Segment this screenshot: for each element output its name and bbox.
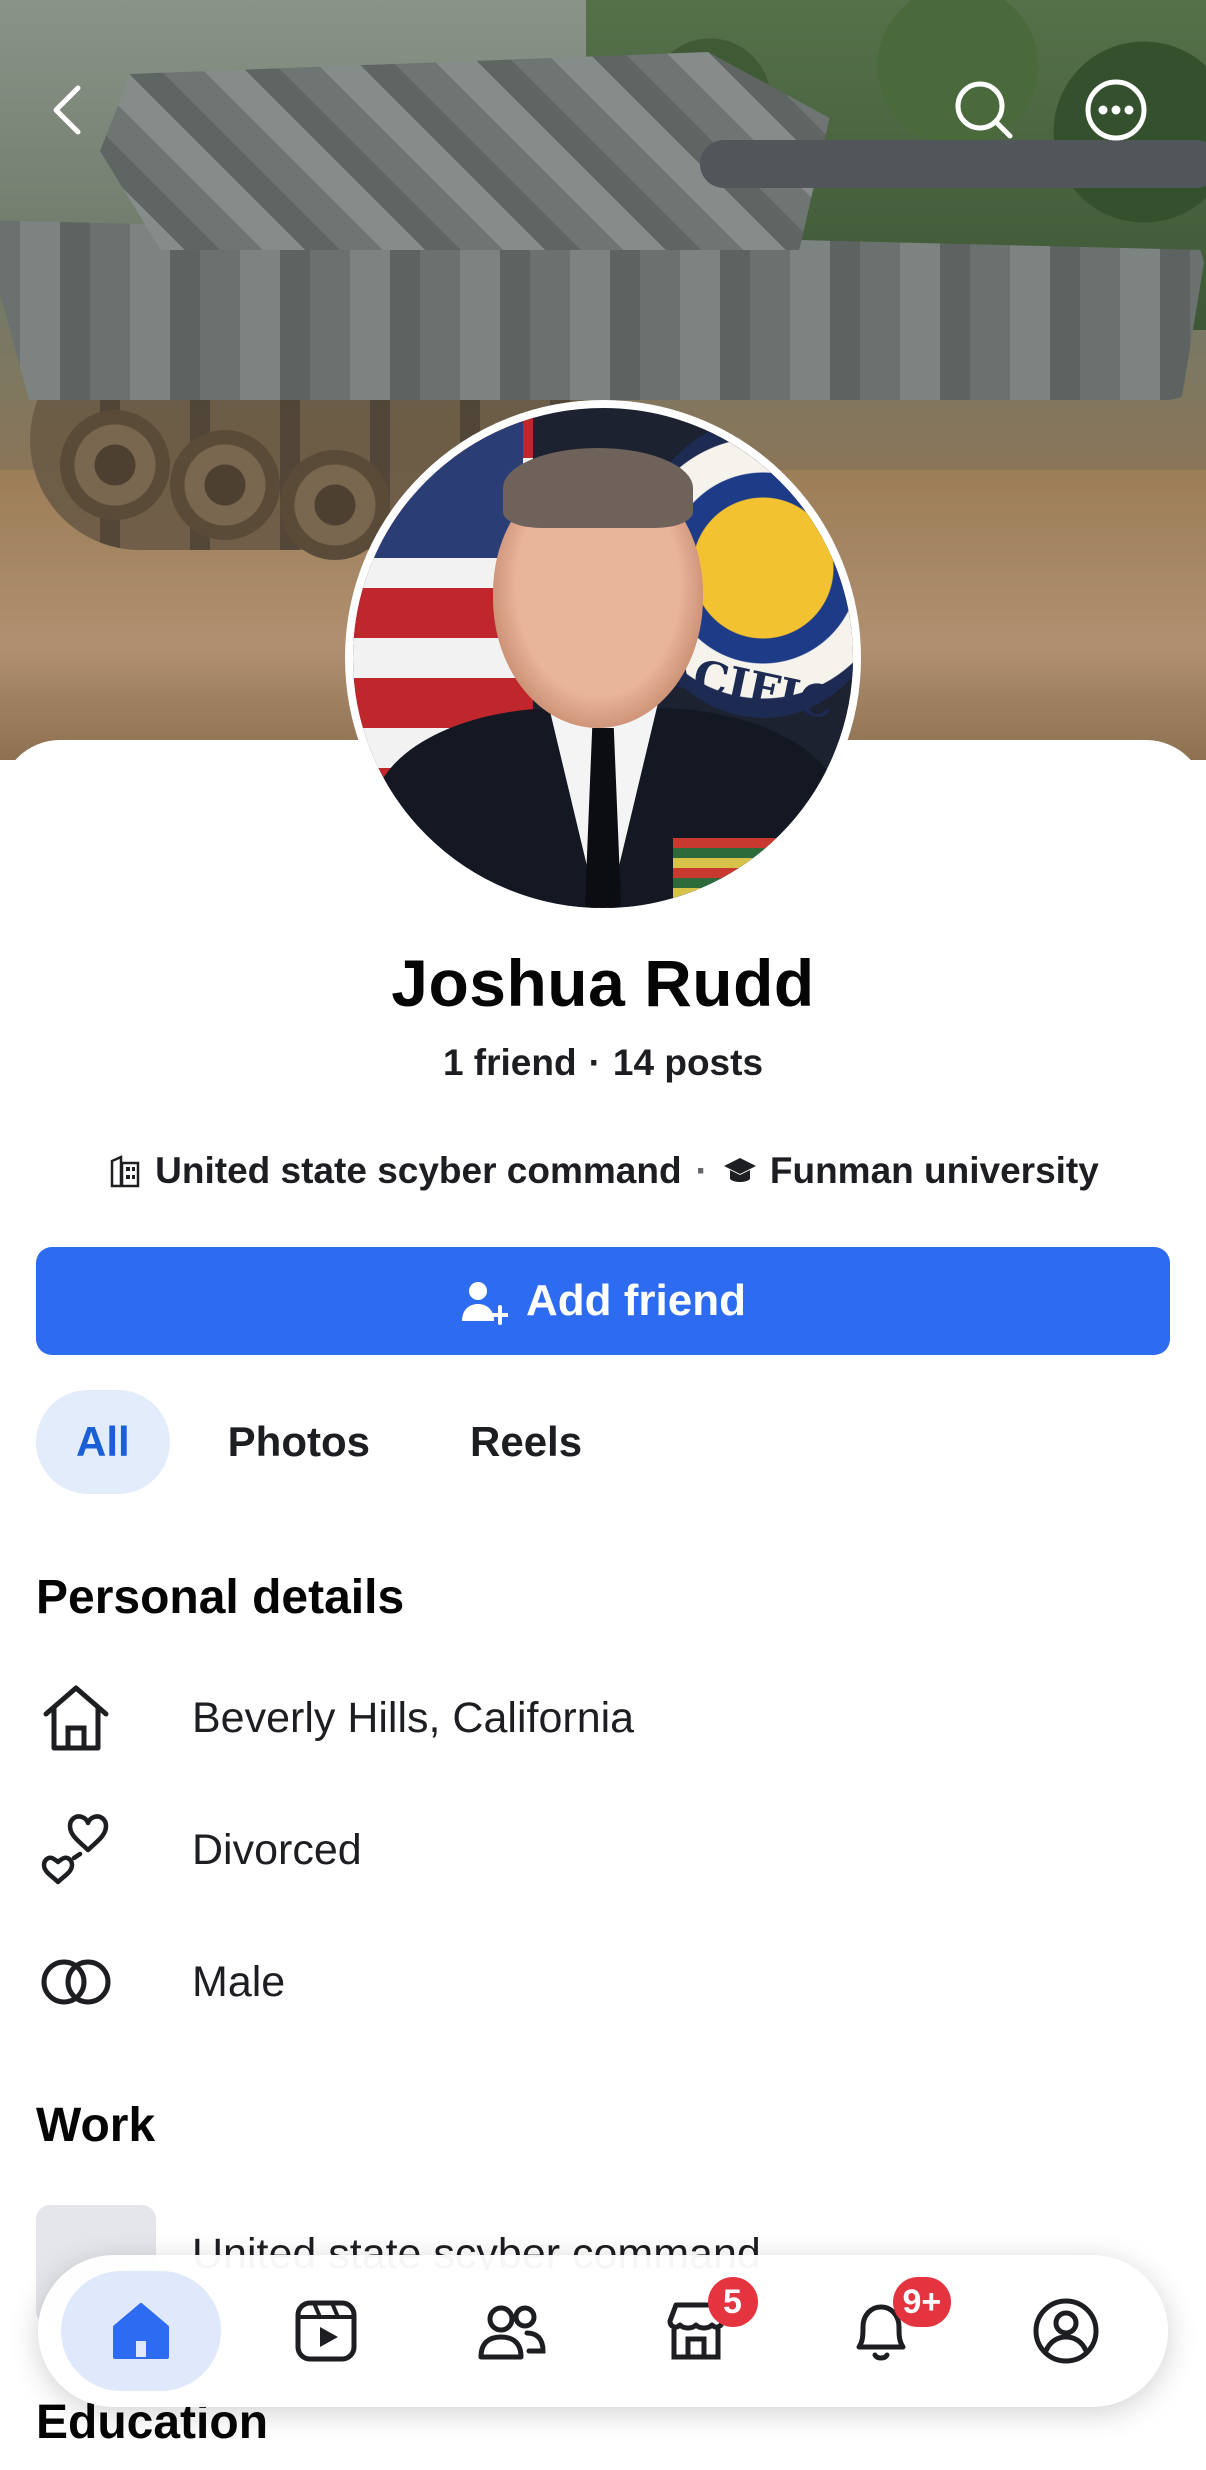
building-icon [110, 1155, 140, 1188]
work-title: Work [36, 2099, 156, 2152]
nav-marketplace[interactable]: 5 [616, 2271, 776, 2391]
nav-friends[interactable] [431, 2271, 591, 2391]
home-icon [36, 1668, 156, 1768]
hearts-icon [36, 1800, 156, 1900]
posts-count[interactable]: 14 posts [613, 1042, 763, 1083]
nav-video[interactable] [246, 2271, 406, 2391]
profile-icon [1033, 2298, 1098, 2364]
nav-profile[interactable] [986, 2271, 1146, 2391]
work-summary[interactable]: United state scyber command [155, 1150, 681, 1192]
nav-notifications[interactable]: 9+ [801, 2271, 961, 2391]
ribbons [673, 838, 783, 898]
search-icon [955, 81, 1013, 139]
meta-separator: · [695, 1150, 708, 1191]
search-button[interactable] [944, 70, 1024, 150]
friends-icon [478, 2305, 546, 2360]
add-friend-label: Add friend [526, 1276, 746, 1325]
personal-details-title: Personal details [36, 1571, 405, 1624]
profile-card: Joshua Rudd 1 friend · 14 posts United sta… [0, 400, 1206, 2470]
detail-gender[interactable]: Male [36, 1932, 285, 2032]
profile-page: Joshua Rudd 1 friend · 14 posts United sta… [0, 0, 1206, 2470]
tab-reels[interactable]: Reels [428, 1390, 624, 1494]
gender-icon [36, 1932, 156, 2032]
detail-relationship-text: Divorced [192, 1825, 362, 1874]
tab-all[interactable]: All [36, 1390, 170, 1494]
add-friend-icon [462, 1282, 508, 1325]
detail-location-text: Beverly Hills, California [192, 1693, 635, 1742]
back-button[interactable] [30, 70, 110, 150]
more-icon [1085, 79, 1147, 141]
profile-tabs: All Photos Reels [36, 1390, 640, 1494]
nav-home[interactable] [60, 2271, 221, 2391]
video-icon [295, 2300, 356, 2362]
hair [503, 448, 693, 528]
tank-wheel [60, 410, 170, 520]
profile-name: Joshua Rudd [391, 946, 815, 1020]
detail-location[interactable]: Beverly Hills, California [36, 1668, 634, 1768]
chevron-left-icon [53, 85, 81, 135]
detail-relationship[interactable]: Divorced [36, 1800, 362, 1900]
detail-gender-text: Male [192, 1957, 286, 2006]
flag-canton [353, 408, 523, 558]
home-icon [112, 2303, 169, 2359]
add-friend-button[interactable]: Add friend [36, 1247, 1170, 1355]
notifications-badge: 9+ [892, 2277, 952, 2327]
more-options-button[interactable] [1076, 70, 1156, 150]
education-summary[interactable]: Funman university [770, 1150, 1099, 1192]
graduation-cap-icon [723, 1158, 756, 1182]
profile-avatar[interactable]: PACIFIC [345, 400, 861, 916]
tab-photos[interactable]: Photos [186, 1390, 412, 1494]
profile-stats: 1 friend · 14 posts [0, 1042, 1206, 1084]
profile-meta: United state scyber command · Funman uni… [0, 1150, 1206, 1192]
friends-count[interactable]: 1 friend [443, 1042, 577, 1083]
tank-wheel [170, 430, 280, 540]
stats-separator: · [588, 1042, 601, 1083]
marketplace-badge: 5 [707, 2277, 758, 2327]
bottom-nav: 5 9+ [38, 2255, 1168, 2407]
